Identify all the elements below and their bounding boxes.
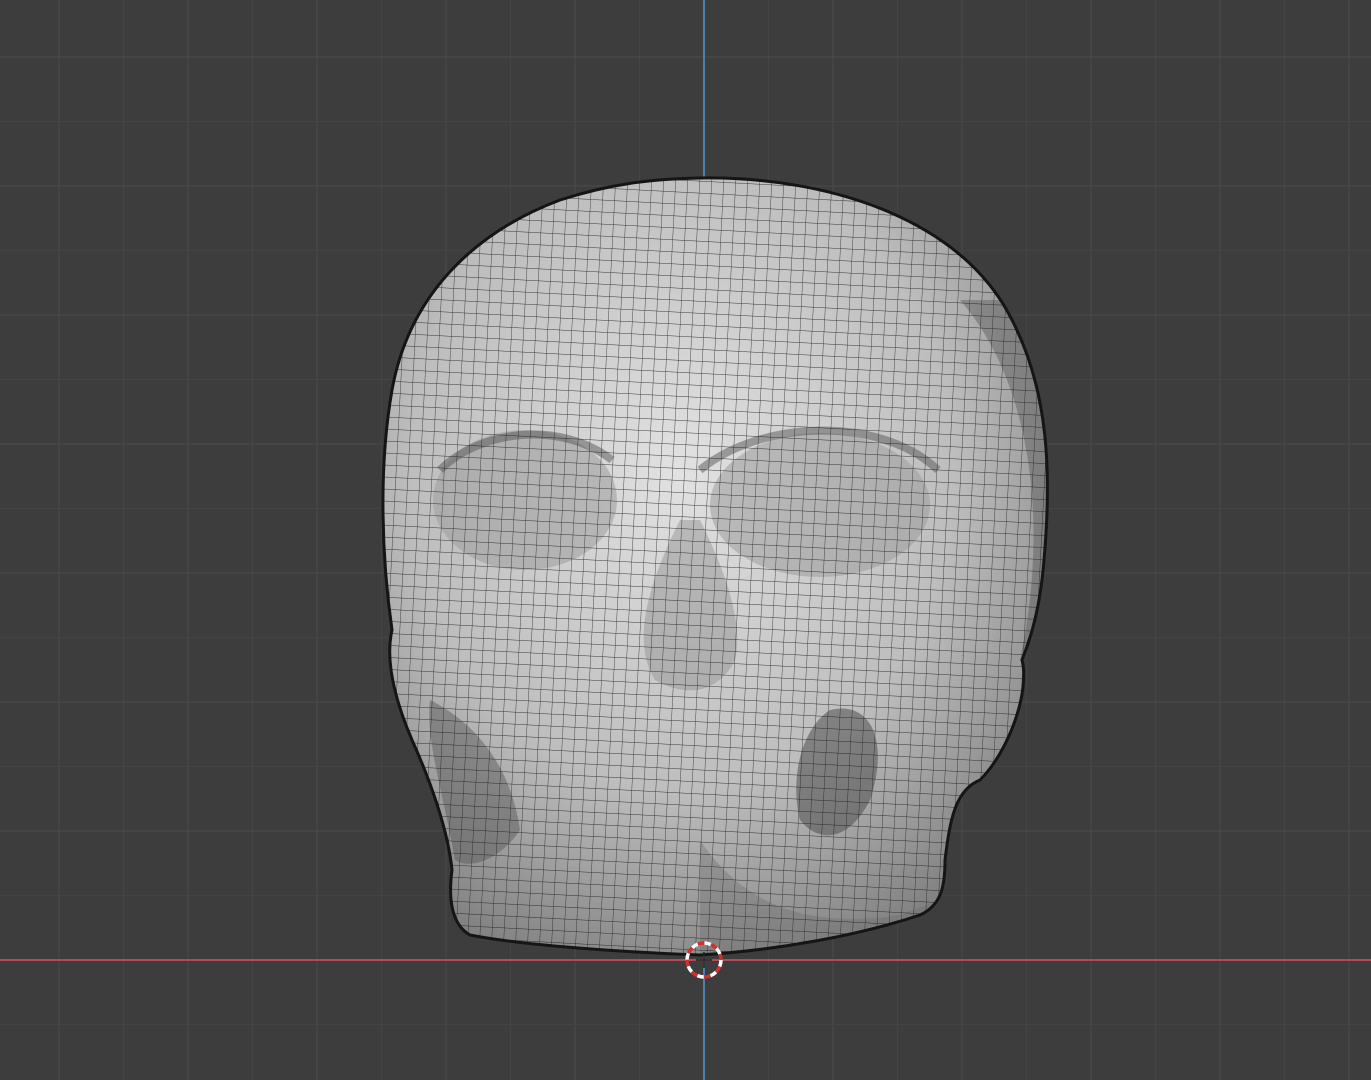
- viewport-canvas[interactable]: [0, 0, 1371, 1080]
- 3d-viewport[interactable]: [0, 0, 1371, 1080]
